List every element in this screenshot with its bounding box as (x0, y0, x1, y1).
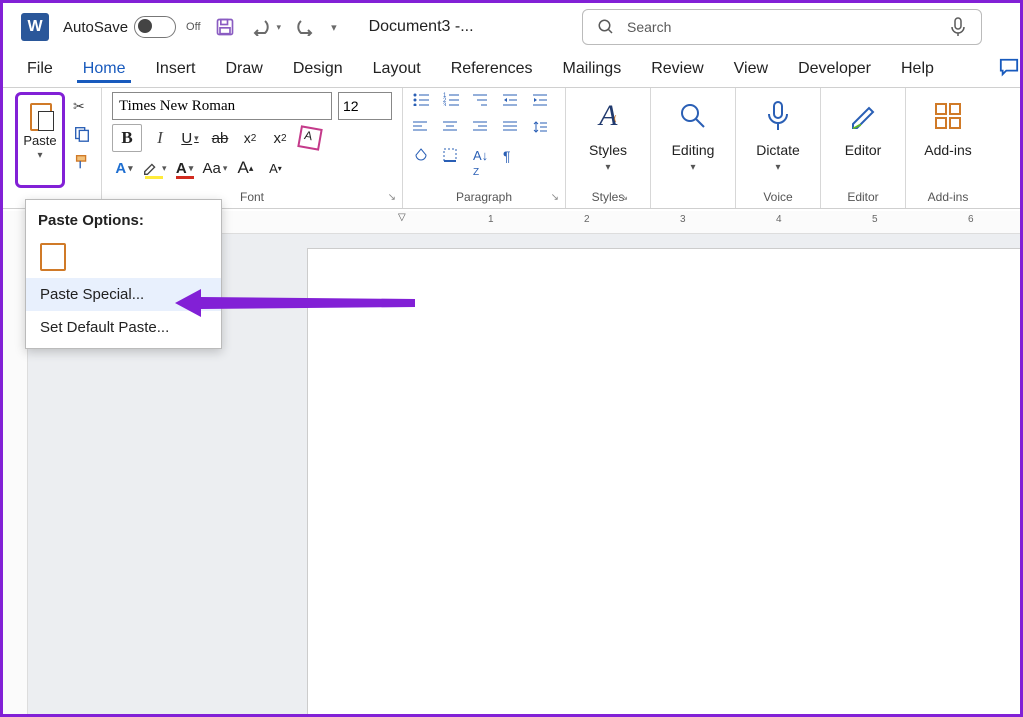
bold-button[interactable]: B (112, 124, 142, 152)
paste-keep-source-icon[interactable] (40, 243, 66, 271)
indent-button[interactable] (533, 92, 555, 114)
document-page[interactable] (308, 249, 1020, 714)
autosave-state: Off (186, 21, 200, 33)
paste-special-item[interactable]: Paste Special... (26, 278, 221, 311)
save-icon[interactable] (215, 17, 235, 37)
align-center-button[interactable] (443, 120, 465, 142)
highlight-button[interactable] (142, 156, 167, 180)
clipboard-small-buttons: ✂ (69, 92, 91, 171)
tab-home[interactable]: Home (79, 56, 130, 82)
paragraph-group-label: Paragraph (456, 190, 512, 204)
superscript-button[interactable]: x2 (268, 126, 292, 150)
dictate-label: Dictate (756, 142, 800, 158)
tab-design[interactable]: Design (289, 56, 347, 82)
align-right-button[interactable] (473, 120, 495, 142)
tab-review[interactable]: Review (647, 56, 707, 82)
app-icon: W (21, 13, 49, 41)
redo-icon[interactable] (295, 18, 317, 36)
chevron-down-icon: ▾ (37, 150, 42, 161)
multilevel-button[interactable] (473, 92, 495, 114)
addins-label: Add-ins (924, 142, 971, 158)
autosave-label: AutoSave (63, 19, 128, 36)
styles-icon[interactable]: A₍ (599, 94, 617, 138)
format-painter-icon[interactable] (73, 153, 91, 171)
editing-label: Editing (672, 142, 715, 158)
paste-button[interactable]: Paste ▾ (15, 92, 65, 188)
tab-help[interactable]: Help (897, 56, 938, 82)
align-left-button[interactable] (413, 120, 435, 142)
cut-icon[interactable]: ✂ (73, 98, 91, 115)
font-size-input[interactable] (338, 92, 392, 120)
paste-options-popup: Paste Options: Paste Special... Set Defa… (25, 199, 222, 349)
search-input[interactable]: Search (582, 9, 982, 45)
tab-insert[interactable]: Insert (151, 56, 199, 82)
font-name-input[interactable] (112, 92, 332, 120)
paragraph-launcher-icon[interactable]: ↘ (551, 192, 559, 203)
chevron-down-icon[interactable]: ▾ (775, 162, 780, 173)
justify-button[interactable] (503, 120, 525, 142)
sort-button[interactable]: A↓Z (473, 148, 495, 170)
chevron-down-icon[interactable]: ▾ (605, 162, 610, 173)
tab-developer[interactable]: Developer (794, 56, 875, 82)
subscript-button[interactable]: x2 (238, 126, 262, 150)
shading-button[interactable] (413, 148, 435, 170)
tab-view[interactable]: View (730, 56, 772, 82)
shrink-font-button[interactable]: A▾ (263, 156, 287, 180)
tab-layout[interactable]: Layout (369, 56, 425, 82)
tab-file[interactable]: File (23, 56, 57, 82)
tab-references[interactable]: References (447, 56, 537, 82)
copy-icon[interactable] (73, 125, 91, 143)
document-title[interactable]: Document3 -... (369, 18, 474, 36)
chevron-down-icon[interactable]: ▾ (690, 162, 695, 173)
numbering-button[interactable]: 123 (443, 92, 465, 114)
mic-icon[interactable] (949, 17, 967, 37)
undo-icon[interactable]: ▾ (249, 18, 282, 36)
underline-button[interactable]: U (178, 126, 202, 150)
search-icon (597, 18, 615, 36)
font-color-button[interactable]: A (173, 156, 197, 180)
ribbon-tabs: File Home Insert Draw Design Layout Refe… (3, 51, 1020, 88)
show-marks-button[interactable]: ¶ (503, 148, 525, 170)
strike-button[interactable]: ab (208, 126, 232, 150)
font-launcher-icon[interactable]: ↘ (388, 192, 396, 203)
clear-format-button[interactable] (298, 126, 322, 150)
styles-launcher-icon[interactable]: ↘ (620, 192, 628, 203)
paste-options-title: Paste Options: (26, 208, 221, 239)
search-placeholder: Search (627, 19, 671, 35)
italic-button[interactable]: I (148, 126, 172, 150)
editing-icon[interactable] (678, 94, 708, 138)
dictate-icon[interactable] (765, 94, 791, 138)
editor-label: Editor (845, 142, 882, 158)
tab-mailings[interactable]: Mailings (559, 56, 626, 82)
styles-label: Styles (589, 142, 627, 158)
tab-draw[interactable]: Draw (221, 56, 266, 82)
font-group-label: Font (240, 190, 264, 204)
editor-icon[interactable] (847, 94, 879, 138)
paste-label: Paste (23, 133, 56, 148)
set-default-paste-item[interactable]: Set Default Paste... (26, 311, 221, 344)
grow-font-button[interactable]: A▴ (233, 156, 257, 180)
comments-icon[interactable] (998, 57, 1020, 77)
outdent-button[interactable] (503, 92, 525, 114)
autosave-toggle[interactable] (134, 16, 176, 38)
addins-icon[interactable] (933, 94, 963, 138)
text-effects-button[interactable]: A (112, 156, 136, 180)
bullets-button[interactable] (413, 92, 435, 114)
svg-text:3: 3 (443, 103, 447, 106)
change-case-button[interactable]: Aa (203, 156, 228, 180)
paste-icon (26, 101, 54, 131)
borders-button[interactable] (443, 148, 465, 170)
line-spacing-button[interactable] (533, 120, 555, 142)
qat-more[interactable]: ▾ (331, 21, 337, 34)
